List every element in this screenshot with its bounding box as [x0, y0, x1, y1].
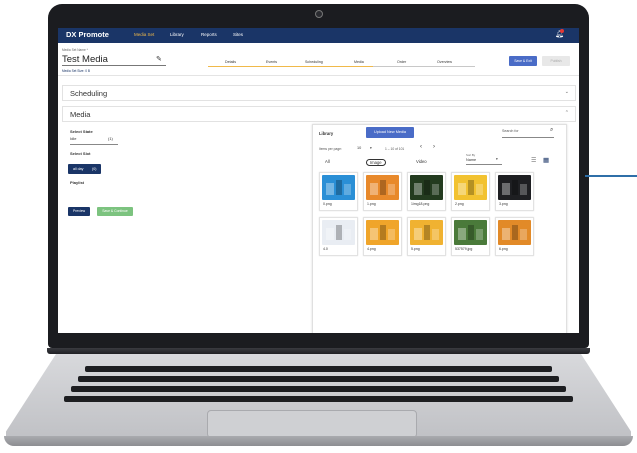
media-set-name-input[interactable]: Test Media — [62, 54, 108, 65]
caret-down-icon[interactable]: ▾ — [370, 146, 372, 150]
preview-button[interactable]: Preview — [68, 207, 90, 216]
chevron-up-icon[interactable]: ⌃ — [565, 110, 569, 116]
media-thumbnail — [366, 175, 399, 200]
media-card-name: 4.png — [367, 247, 376, 251]
media-card-name: 1img18.png — [411, 202, 430, 206]
playlist-label: Playlist — [70, 180, 85, 185]
media-thumbnail — [410, 220, 443, 245]
select-state-label: Select State — [70, 129, 93, 134]
publish-button[interactable]: Publish — [542, 56, 570, 66]
slot-count: (0) — [92, 167, 97, 171]
media-card[interactable]: 0.png — [319, 172, 358, 211]
media-card[interactable]: 2.png — [451, 172, 490, 211]
notification-dot — [560, 29, 564, 33]
chevron-left-icon[interactable]: ‹ — [420, 144, 422, 150]
media-card[interactable]: 4.0 — [319, 217, 358, 256]
select-slot-label: Select Slot — [70, 151, 91, 156]
step-events[interactable]: Events — [266, 60, 277, 64]
media-thumbnail — [454, 175, 487, 200]
media-card[interactable]: 4.png — [363, 217, 402, 256]
media-thumbnail — [410, 175, 443, 200]
laptop-base-edge — [4, 436, 633, 446]
media-section-header[interactable]: Media ⌃ — [62, 106, 576, 122]
top-nav-bar: DX Promote Media Set Library Reports Sit… — [58, 28, 579, 43]
nav-sites[interactable]: Sites — [233, 32, 243, 37]
scheduling-section-header[interactable]: Scheduling ⌄ — [62, 85, 576, 101]
laptop-scene: DX Promote Media Set Library Reports Sit… — [0, 0, 637, 453]
search-icon[interactable]: ⌕ — [550, 127, 553, 134]
keyboard-row — [64, 396, 573, 402]
filter-all[interactable]: All — [325, 159, 330, 164]
search-input[interactable]: Search for — [502, 129, 554, 138]
media-thumbnail — [366, 220, 399, 245]
media-thumbnail — [322, 175, 355, 200]
media-thumbnail — [322, 220, 355, 245]
touchpad — [207, 410, 417, 438]
media-card-name: 5.png — [411, 247, 420, 251]
state-option-count: (1) — [108, 136, 113, 141]
chevron-right-icon[interactable]: › — [433, 144, 435, 150]
media-card[interactable]: 1img18.png — [407, 172, 446, 211]
slot-chip[interactable]: all day (0) — [68, 164, 101, 174]
nav-reports[interactable]: Reports — [201, 32, 217, 37]
pencil-icon[interactable]: ✎ — [156, 55, 162, 63]
app-window: DX Promote Media Set Library Reports Sit… — [58, 28, 579, 333]
keyboard-row — [78, 376, 559, 382]
caret-down-icon[interactable]: ▾ — [496, 157, 498, 161]
media-thumbnail — [498, 175, 531, 200]
slot-name: all day — [73, 167, 84, 171]
grid-view-icon[interactable]: ▦ — [543, 156, 549, 164]
media-card-name: 537579.jpg — [455, 247, 473, 251]
media-card-name: 2.png — [455, 202, 464, 206]
stepper-remaining — [373, 66, 475, 67]
media-card-name: 1.png — [367, 202, 376, 206]
media-set-name-label: Media Set Name * — [62, 48, 88, 52]
nav-media-set[interactable]: Media Set — [134, 32, 154, 37]
state-underline — [70, 144, 118, 145]
callout-line — [585, 175, 637, 177]
stepper-progress — [208, 66, 373, 67]
media-card-name: 3.png — [499, 202, 508, 206]
webcam — [315, 10, 323, 18]
state-option-name[interactable]: Idle — [70, 136, 76, 141]
media-card[interactable]: 1.png — [363, 172, 402, 211]
step-order[interactable]: Order — [397, 60, 406, 64]
media-set-size: Media Set Size: 0 B — [62, 69, 90, 73]
media-card-name: 4.0 — [323, 247, 328, 251]
step-scheduling[interactable]: Scheduling — [305, 60, 323, 64]
sort-by-label: Sort By — [466, 153, 476, 157]
keyboard-row — [71, 386, 566, 392]
step-overview[interactable]: Overview — [437, 60, 452, 64]
library-title: Library — [319, 131, 334, 136]
scheduling-section-title: Scheduling — [70, 89, 108, 98]
title-underline — [62, 65, 166, 66]
list-view-icon[interactable]: ☰ — [531, 157, 536, 164]
step-details[interactable]: Details — [225, 60, 236, 64]
laptop-hinge — [47, 348, 590, 354]
media-card[interactable]: 537579.jpg — [451, 217, 490, 256]
chevron-down-icon[interactable]: ⌄ — [565, 89, 569, 95]
media-section-title: Media — [70, 110, 91, 119]
media-thumbnail — [498, 220, 531, 245]
media-card-name: 0.png — [323, 202, 332, 206]
media-card[interactable]: 6.png — [495, 217, 534, 256]
save-exit-button[interactable]: Save & Exit — [509, 56, 537, 66]
step-media[interactable]: Media — [354, 60, 364, 64]
items-per-page-select[interactable]: 10 — [357, 146, 361, 150]
items-per-page-label: Items per page: — [319, 147, 342, 151]
media-card[interactable]: 3.png — [495, 172, 534, 211]
media-card-name: 6.png — [499, 247, 508, 251]
nav-library[interactable]: Library — [170, 32, 184, 37]
filter-image[interactable]: Image — [366, 159, 386, 166]
upload-new-media-button[interactable]: Upload New Media — [366, 127, 414, 138]
media-card[interactable]: 5.png — [407, 217, 446, 256]
pagination-range: 1 – 10 of 101 — [385, 147, 405, 151]
save-continue-button[interactable]: Save & Continue — [97, 207, 133, 216]
keyboard-row — [85, 366, 552, 372]
brand-logo[interactable]: DX Promote — [66, 30, 109, 39]
media-thumbnail — [454, 220, 487, 245]
library-panel: Library Upload New Media Search for ⌕ It… — [312, 124, 567, 333]
filter-video[interactable]: Video — [416, 159, 427, 164]
